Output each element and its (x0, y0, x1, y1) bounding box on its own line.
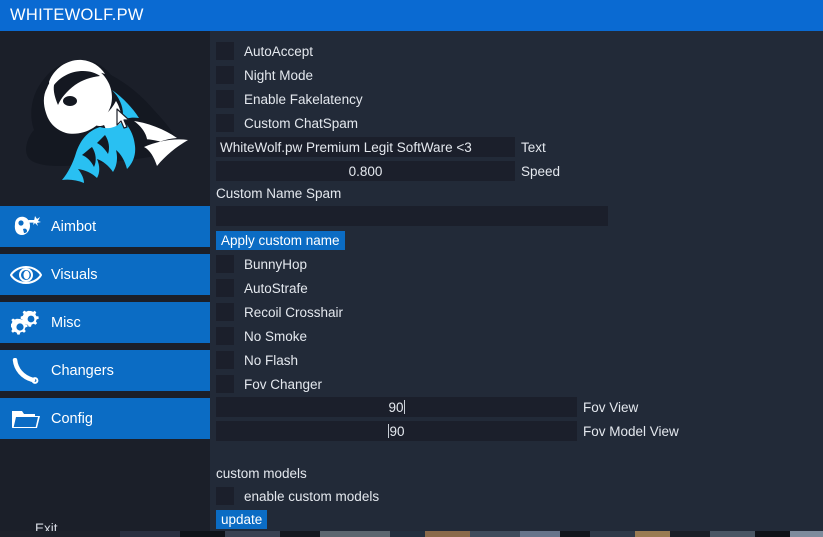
fov-view-input[interactable]: 90 (216, 397, 577, 417)
checkbox-box[interactable] (216, 255, 234, 273)
checkbox-row-fov-changer[interactable]: Fov Changer (216, 372, 322, 396)
fov-model-view-value: 90 (389, 423, 405, 439)
chatspam-speed-label: Speed (521, 163, 561, 179)
checkbox-row-no-flash[interactable]: No Flash (216, 348, 298, 372)
sidebar-item-visuals[interactable]: Visuals (0, 254, 210, 295)
checkbox-label: enable custom models (244, 488, 380, 504)
cheat-menu-window: WHITEWOLF.PW Aimbot Visuals Misc Changer… (0, 0, 823, 537)
custom-name-spam-title: Custom Name Spam (216, 186, 342, 201)
checkbox-label: Fov Changer (244, 376, 323, 392)
checkbox-row-no-smoke[interactable]: No Smoke (216, 324, 307, 348)
checkbox-row-autoaccept[interactable]: AutoAccept (216, 39, 313, 63)
checkbox-label: Recoil Crosshair (244, 304, 344, 320)
desktop-background-strip (0, 531, 823, 537)
sidebar-item-label: Config (51, 410, 93, 427)
checkbox-label: Custom ChatSpam (244, 115, 359, 131)
sidebar-item-misc[interactable]: Misc (0, 302, 210, 343)
fov-model-view-label: Fov Model View (583, 423, 679, 439)
sidebar-item-label: Misc (51, 314, 81, 331)
checkbox-box[interactable] (216, 66, 234, 84)
checkbox-row-autostrafe[interactable]: AutoStrafe (216, 276, 308, 300)
fov-view-label: Fov View (583, 399, 639, 415)
checkbox-box[interactable] (216, 303, 234, 321)
update-button[interactable]: update (216, 510, 268, 529)
hook-icon (9, 356, 43, 386)
checkbox-label: No Flash (244, 352, 299, 368)
sidebar-item-label: Changers (51, 362, 114, 379)
checkbox-row-bunnyhop[interactable]: BunnyHop (216, 252, 307, 276)
sidebar-item-label: Aimbot (51, 218, 97, 235)
window-title: WHITEWOLF.PW (10, 6, 144, 24)
checkbox-row-enable-custom-models[interactable]: enable custom models (216, 484, 379, 508)
gears-icon (9, 308, 43, 338)
fov-model-view-input[interactable]: 90 (216, 421, 577, 441)
custom-name-spam-input[interactable] (216, 206, 608, 226)
checkbox-box[interactable] (216, 351, 234, 369)
checkbox-box[interactable] (216, 42, 234, 60)
checkbox-row-enable-fakelatency[interactable]: Enable Fakelatency (216, 87, 363, 111)
fov-view-value: 90 (388, 399, 404, 415)
checkbox-box[interactable] (216, 114, 234, 132)
sidebar-item-config[interactable]: Config (0, 398, 210, 439)
chatspam-text-label: Text (521, 139, 546, 155)
aimbot-icon (9, 212, 43, 242)
window-titlebar: WHITEWOLF.PW (0, 0, 823, 31)
checkbox-label: Enable Fakelatency (244, 91, 363, 107)
sidebar: Aimbot Visuals Misc Changers Config Exit (0, 31, 210, 536)
chatspam-text-value: WhiteWolf.pw Premium Legit SoftWare <3 (220, 139, 472, 155)
chatspam-speed-value: 0.800 (348, 163, 383, 179)
custom-models-title: custom models (216, 466, 307, 481)
checkbox-row-recoil-crosshair[interactable]: Recoil Crosshair (216, 300, 343, 324)
checkbox-box[interactable] (216, 279, 234, 297)
checkbox-label: No Smoke (244, 328, 308, 344)
eye-icon (9, 260, 43, 290)
sidebar-item-aimbot[interactable]: Aimbot (0, 206, 210, 247)
checkbox-label: BunnyHop (244, 256, 308, 272)
sidebar-item-label: Visuals (51, 266, 98, 283)
checkbox-box[interactable] (216, 90, 234, 108)
checkbox-box[interactable] (216, 327, 234, 345)
checkbox-row-custom-chatspam[interactable]: Custom ChatSpam (216, 111, 358, 135)
apply-custom-name-button[interactable]: Apply custom name (216, 231, 345, 250)
checkbox-box[interactable] (216, 487, 234, 505)
checkbox-label: AutoStrafe (244, 280, 308, 296)
checkbox-label: Night Mode (244, 67, 314, 83)
chatspam-text-input[interactable]: WhiteWolf.pw Premium Legit SoftWare <3 (216, 137, 515, 157)
main-panel: AutoAccept Night Mode Enable Fakelatency… (210, 31, 823, 531)
sidebar-item-changers[interactable]: Changers (0, 350, 210, 391)
text-caret (403, 400, 405, 414)
folder-icon (9, 404, 43, 434)
chatspam-speed-input[interactable]: 0.800 (216, 161, 515, 181)
checkbox-label: AutoAccept (244, 43, 314, 59)
checkbox-row-night-mode[interactable]: Night Mode (216, 63, 313, 87)
whitewolf-logo (8, 35, 203, 205)
checkbox-box[interactable] (216, 375, 234, 393)
sidebar-nav: Aimbot Visuals Misc Changers Config Exit (0, 206, 210, 536)
